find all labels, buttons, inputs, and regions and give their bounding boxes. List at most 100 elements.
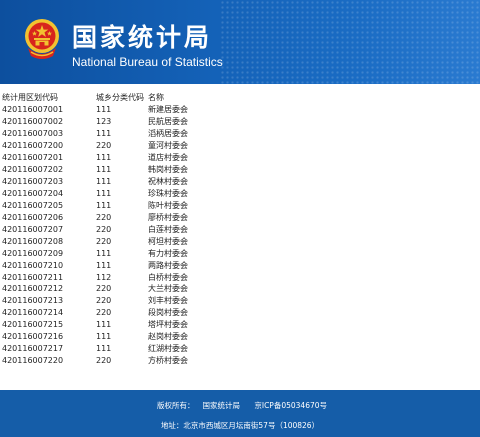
cell-name: 祝林村委会	[148, 177, 188, 187]
cell-urban-rural-code: 111	[96, 188, 112, 198]
table-row: 420116007208 220 柯坦村委会	[0, 235, 268, 247]
cell-name: 白莲村委会	[148, 224, 188, 234]
cell-division-code: 420116007214	[2, 308, 64, 318]
table-row: 420116007213 220 刘丰村委会	[0, 295, 268, 307]
cell-division-code: 420116007201	[2, 153, 64, 163]
table-row: 420116007216 111 赵岗村委会	[0, 331, 268, 343]
table-row: 420116007200 220 童河村委会	[0, 140, 268, 152]
footer-icp-number: 京ICP备05034670号	[254, 401, 328, 410]
table-row: 420116007217 111 红湖村委会	[0, 343, 268, 355]
cell-urban-rural-code: 220	[96, 284, 112, 294]
footer-copyright-label: 版权所有：	[156, 401, 195, 410]
cell-urban-rural-code: 111	[96, 165, 112, 175]
cell-urban-rural-code: 112	[96, 272, 112, 282]
cell-urban-rural-code: 111	[96, 344, 112, 354]
cell-name: 廖桥村委会	[148, 212, 188, 222]
cell-division-code: 420116007209	[2, 248, 64, 258]
cell-division-code: 420116007211	[2, 272, 64, 282]
column-header-division-code: 统计用区划代码	[2, 93, 58, 103]
footer-copyright-owner: 国家统计局	[202, 401, 240, 410]
cell-urban-rural-code: 220	[96, 141, 112, 151]
cell-division-code: 420116007216	[2, 332, 64, 342]
cell-urban-rural-code: 220	[96, 212, 112, 222]
table-row: 420116007207 220 白莲村委会	[0, 223, 268, 235]
cell-name: 有力村委会	[148, 248, 188, 258]
cell-name: 滔柄居委会	[148, 129, 188, 139]
cell-urban-rural-code: 111	[96, 105, 112, 115]
cell-division-code: 420116007003	[2, 129, 64, 139]
table-row: 420116007201 111 道店村委会	[0, 152, 268, 164]
header-world-map-pattern	[220, 0, 480, 84]
table-row: 420116007001 111 新建居委会	[0, 104, 268, 116]
table-row: 420116007214 220 段岗村委会	[0, 307, 268, 319]
table-row: 420116007220 220 方桥村委会	[0, 355, 268, 367]
cell-division-code: 420116007204	[2, 188, 64, 198]
cell-name: 赵岗村委会	[148, 332, 188, 342]
cell-urban-rural-code: 220	[96, 308, 112, 318]
cell-division-code: 420116007205	[2, 200, 64, 210]
site-title-chinese[interactable]: 国家统计局	[72, 18, 212, 54]
cell-urban-rural-code: 220	[96, 236, 112, 246]
cell-division-code: 420116007002	[2, 117, 64, 127]
cell-division-code: 420116007207	[2, 224, 64, 234]
table-row: 420116007211 112 白桥村委会	[0, 271, 268, 283]
cell-name: 珍珠村委会	[148, 188, 188, 198]
table-row: 420116007209 111 有力村委会	[0, 247, 268, 259]
cell-division-code: 420116007212	[2, 284, 64, 294]
site-title-english[interactable]: National Bureau of Statistics	[72, 55, 223, 69]
table-row: 420116007205 111 陈叶村委会	[0, 199, 268, 211]
cell-urban-rural-code: 111	[96, 260, 112, 270]
cell-name: 道店村委会	[148, 153, 188, 163]
cell-division-code: 420116007213	[2, 296, 64, 306]
cell-name: 童河村委会	[148, 141, 188, 151]
site-footer: 版权所有： 国家统计局 京ICP备05034670号 地址：北京市西城区月坛南街5…	[0, 390, 480, 437]
table-row: 420116007215 111 塔坪村委会	[0, 319, 268, 331]
national-emblem-icon[interactable]	[22, 16, 62, 62]
cell-name: 新建居委会	[148, 105, 188, 115]
cell-name: 韩岗村委会	[148, 165, 188, 175]
cell-name: 方桥村委会	[148, 356, 188, 366]
cell-urban-rural-code: 111	[96, 320, 112, 330]
cell-division-code: 420116007203	[2, 177, 64, 187]
table-row: 420116007204 111 珍珠村委会	[0, 188, 268, 200]
cell-name: 两路村委会	[148, 260, 188, 270]
cell-urban-rural-code: 111	[96, 129, 112, 139]
cell-urban-rural-code: 123	[96, 117, 112, 127]
cell-urban-rural-code: 111	[96, 200, 112, 210]
cell-urban-rural-code: 111	[96, 248, 112, 258]
table-row: 420116007210 111 两路村委会	[0, 259, 268, 271]
cell-name: 陈叶村委会	[148, 200, 188, 210]
column-header-urban-rural-code: 城乡分类代码	[96, 93, 144, 103]
footer-address: 地址：北京市西城区月坛南街57号（100826）	[160, 421, 320, 430]
cell-name: 柯坦村委会	[148, 236, 188, 246]
cell-division-code: 420116007215	[2, 320, 64, 330]
cell-name: 白桥村委会	[148, 272, 188, 282]
cell-division-code: 420116007202	[2, 165, 64, 175]
table-row: 420116007002 123 民航居委会	[0, 116, 268, 128]
table-row: 420116007202 111 韩岗村委会	[0, 164, 268, 176]
site-header: 国家统计局 National Bureau of Statistics	[0, 0, 480, 84]
cell-name: 红湖村委会	[148, 344, 188, 354]
cell-name: 民航居委会	[148, 117, 188, 127]
division-code-table: 统计用区划代码 城乡分类代码 名称 420116007001 111 新建居委会 42…	[0, 92, 268, 367]
cell-urban-rural-code: 220	[96, 224, 112, 234]
cell-division-code: 420116007200	[2, 141, 64, 151]
table-row: 420116007003 111 滔柄居委会	[0, 128, 268, 140]
cell-name: 塔坪村委会	[148, 320, 188, 330]
cell-urban-rural-code: 111	[96, 177, 112, 187]
table-row: 420116007203 111 祝林村委会	[0, 176, 268, 188]
cell-division-code: 420116007217	[2, 344, 64, 354]
cell-urban-rural-code: 111	[96, 153, 112, 163]
cell-urban-rural-code: 111	[96, 332, 112, 342]
cell-name: 段岗村委会	[148, 308, 188, 318]
table-row: 420116007212 220 大兰村委会	[0, 283, 268, 295]
cell-urban-rural-code: 220	[96, 296, 112, 306]
cell-division-code: 420116007208	[2, 236, 64, 246]
cell-division-code: 420116007220	[2, 356, 64, 366]
column-header-name: 名称	[148, 93, 164, 103]
table-header-row: 统计用区划代码 城乡分类代码 名称	[0, 92, 268, 104]
division-code-table-container: 统计用区划代码 城乡分类代码 名称 420116007001 111 新建居委会 42…	[0, 92, 480, 367]
cell-name: 刘丰村委会	[148, 296, 188, 306]
table-row: 420116007206 220 廖桥村委会	[0, 211, 268, 223]
footer-copyright-line: 版权所有： 国家统计局 京ICP备05034670号	[0, 400, 480, 411]
